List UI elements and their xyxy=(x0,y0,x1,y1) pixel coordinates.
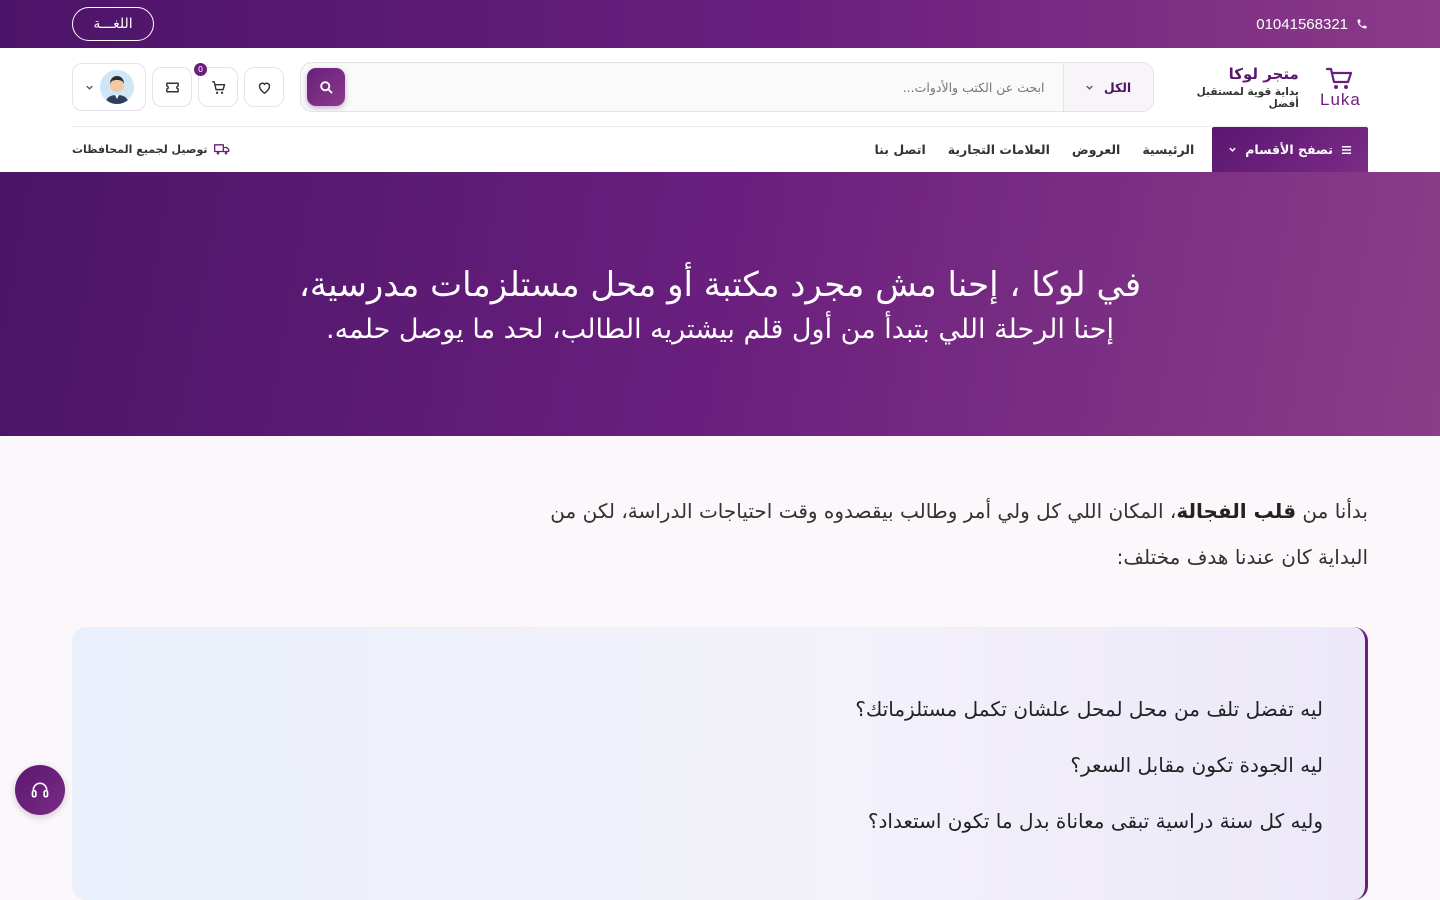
main-nav: تصفح الأقسام الرئيسية العروض العلامات ال… xyxy=(72,126,1368,172)
search-button[interactable] xyxy=(307,68,345,106)
headset-icon xyxy=(31,782,49,798)
phone-number: 01041568321 xyxy=(1256,15,1348,33)
ticket-icon xyxy=(165,82,179,92)
nav-links: الرئيسية العروض العلامات التجارية اتصل ب… xyxy=(874,142,1194,157)
nav-link-home[interactable]: الرئيسية xyxy=(1142,142,1194,157)
brand-text: متجر لوكا بداية قوية لمستقبل أفضل xyxy=(1170,65,1299,110)
user-profile-menu[interactable] xyxy=(72,63,146,111)
store-logo[interactable]: Luka xyxy=(1313,63,1368,111)
intro-section: بدأنا من قلب الفجالة، المكان اللي كل ولي… xyxy=(0,488,1440,580)
search-icon xyxy=(319,80,332,93)
browse-categories-label: تصفح الأقسام xyxy=(1245,142,1333,157)
logo-cart-icon xyxy=(1326,67,1353,89)
intro-before: بدأنا من xyxy=(1296,499,1368,523)
phone-icon xyxy=(1357,19,1367,29)
hero-subheading: إحنا الرحلة اللي بتبدأ من أول قلم بيشتري… xyxy=(326,313,1114,345)
top-bar: 01041568321 اللغـــة xyxy=(0,0,1440,48)
menu-icon xyxy=(1341,145,1352,154)
user-avatar-icon xyxy=(99,70,134,104)
intro-highlight: قلب الفجالة xyxy=(1176,499,1297,523)
support-chat-button[interactable] xyxy=(15,765,65,815)
search-category-label: الكل xyxy=(1103,79,1132,95)
language-button[interactable]: اللغـــة xyxy=(72,7,154,41)
browse-categories-button[interactable]: تصفح الأقسام xyxy=(1212,127,1368,172)
cart-count-badge: 0 xyxy=(194,63,207,76)
coupons-button[interactable] xyxy=(152,67,192,107)
questions-card: ليه تفضل تلف من محل لمحل علشان تكمل مستل… xyxy=(72,627,1368,900)
truck-icon xyxy=(213,144,229,155)
wishlist-button[interactable] xyxy=(244,67,284,107)
intro-paragraph: بدأنا من قلب الفجالة، المكان اللي كل ولي… xyxy=(508,488,1368,580)
phone-contact[interactable]: 01041568321 xyxy=(1256,16,1368,33)
delivery-notice: توصيل لجميع المحافظات xyxy=(72,143,230,156)
question-item: وليه كل سنة دراسية تبقى معاناة بدل ما تك… xyxy=(867,809,1323,833)
cart-button[interactable]: 0 xyxy=(194,63,238,107)
delivery-text: توصيل لجميع المحافظات xyxy=(72,143,208,156)
nav-link-offers[interactable]: العروض xyxy=(1072,142,1120,157)
brand-name: متجر لوكا xyxy=(1228,64,1299,83)
nav-link-brands[interactable]: العلامات التجارية xyxy=(948,142,1050,157)
hero-banner: في لوكا ، إحنا مش مجرد مكتبة أو محل مستل… xyxy=(0,172,1440,436)
main-header: Luka متجر لوكا بداية قوية لمستقبل أفضل ا… xyxy=(0,48,1440,126)
chevron-down-icon xyxy=(1229,147,1236,152)
brand[interactable]: Luka متجر لوكا بداية قوية لمستقبل أفضل xyxy=(1170,63,1368,111)
logo-word: Luka xyxy=(1319,89,1361,109)
search-input[interactable] xyxy=(345,63,1063,111)
nav-wrapper: تصفح الأقسام الرئيسية العروض العلامات ال… xyxy=(0,126,1440,172)
search-bar: الكل xyxy=(300,62,1154,112)
avatar xyxy=(99,70,134,104)
search-category-select[interactable]: الكل xyxy=(1062,63,1153,111)
question-item: ليه تفضل تلف من محل لمحل علشان تكمل مستل… xyxy=(855,697,1323,721)
nav-link-contact[interactable]: اتصل بنا xyxy=(874,142,925,157)
cart-icon xyxy=(211,80,225,94)
question-item: ليه الجودة تكون مقابل السعر؟ xyxy=(1070,753,1323,777)
wishlist-heart-icon xyxy=(258,82,270,94)
chevron-down-icon xyxy=(85,85,93,90)
chevron-down-icon xyxy=(1086,85,1093,90)
header-actions: 0 xyxy=(72,63,284,111)
brand-tagline: بداية قوية لمستقبل أفضل xyxy=(1196,85,1299,110)
hero-heading: في لوكا ، إحنا مش مجرد مكتبة أو محل مستل… xyxy=(298,264,1142,305)
